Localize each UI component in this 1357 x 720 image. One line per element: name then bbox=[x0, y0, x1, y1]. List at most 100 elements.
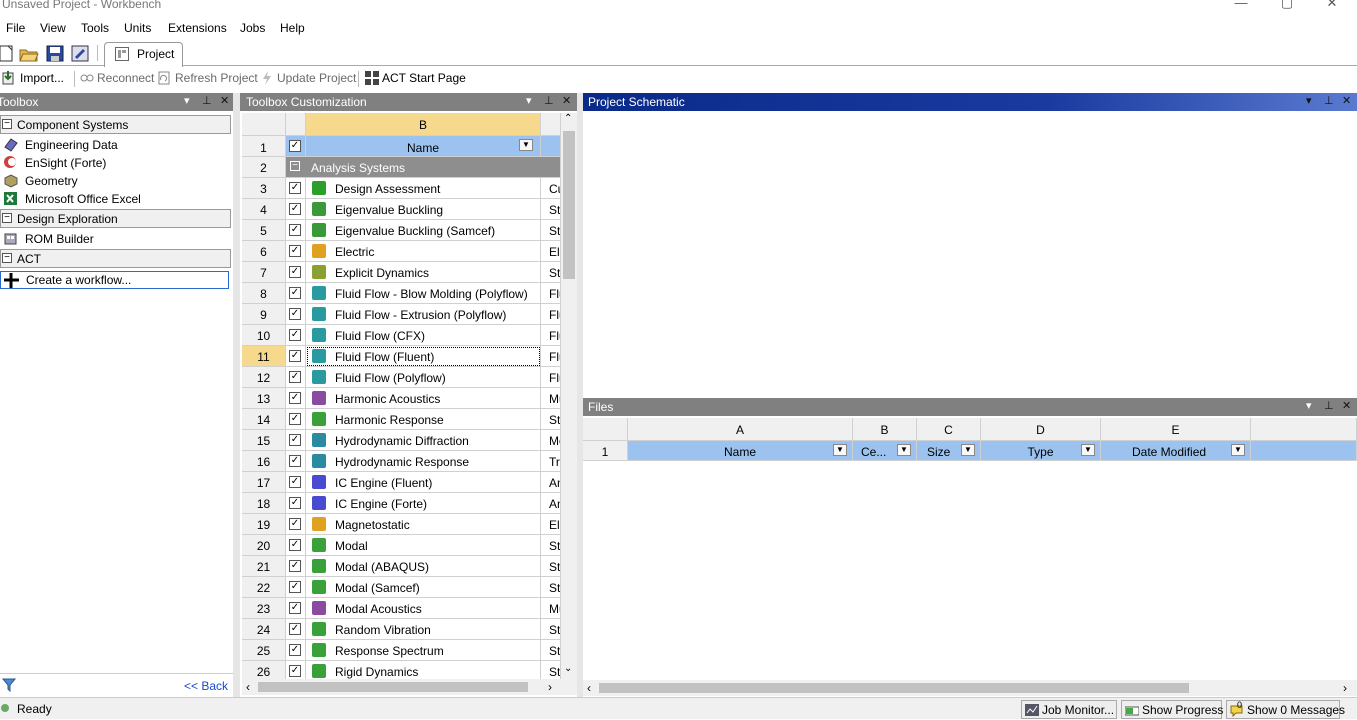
import-button[interactable]: Import... bbox=[20, 71, 64, 85]
system-name-cell[interactable]: Modal (ABAQUS) bbox=[306, 556, 541, 577]
row-checkbox[interactable]: ✓ bbox=[289, 644, 301, 656]
vertical-scrollbar[interactable]: ⌃ ⌄ bbox=[561, 113, 577, 679]
new-project-icon[interactable] bbox=[0, 44, 16, 63]
pane-menu-icon[interactable]: ▾ bbox=[1306, 94, 1312, 107]
system-name-cell[interactable]: Modal (Samcef) bbox=[306, 577, 541, 598]
system-name-cell[interactable]: Explicit Dynamics bbox=[306, 262, 541, 283]
col-d-header[interactable]: D bbox=[981, 418, 1101, 441]
row-checkbox[interactable]: ✓ bbox=[289, 434, 301, 446]
row-checkbox[interactable]: ✓ bbox=[289, 623, 301, 635]
toolbox-item-rom-builder[interactable]: ROM Builder bbox=[0, 230, 231, 248]
system-name-cell[interactable]: Design Assessment bbox=[306, 178, 541, 199]
update-project-button[interactable]: Update Project bbox=[277, 71, 356, 85]
tab-project[interactable]: Project bbox=[104, 42, 183, 67]
filter-icon[interactable] bbox=[1, 678, 17, 693]
back-link[interactable]: << Back bbox=[184, 679, 228, 693]
hscroll-thumb[interactable] bbox=[599, 683, 1189, 693]
scroll-thumb[interactable] bbox=[563, 131, 575, 279]
system-name-cell[interactable]: IC Engine (Fluent) bbox=[306, 472, 541, 493]
horizontal-scrollbar[interactable]: ‹ › bbox=[242, 679, 577, 695]
cellid-filter-dropdown[interactable]: ▼ bbox=[897, 444, 911, 456]
row-checkbox[interactable]: ✓ bbox=[289, 245, 301, 257]
name-filter-dropdown[interactable]: ▼ bbox=[833, 444, 847, 456]
save-icon[interactable] bbox=[45, 44, 65, 63]
pin-icon[interactable]: ⊥ bbox=[1324, 399, 1334, 412]
col-e-header[interactable]: E bbox=[1101, 418, 1251, 441]
system-name-cell[interactable]: Harmonic Acoustics bbox=[306, 388, 541, 409]
row-checkbox[interactable]: ✓ bbox=[289, 539, 301, 551]
menu-help[interactable]: Help bbox=[280, 21, 305, 35]
col-b-header[interactable]: B bbox=[853, 418, 917, 441]
close-pane-icon[interactable]: ✕ bbox=[562, 94, 571, 107]
schematic-canvas[interactable] bbox=[583, 111, 1357, 396]
open-folder-icon[interactable] bbox=[19, 44, 39, 63]
system-name-cell[interactable]: Hydrodynamic Diffraction bbox=[306, 430, 541, 451]
col-b-header[interactable]: B bbox=[306, 113, 541, 136]
close-pane-icon[interactable]: ✕ bbox=[1342, 399, 1351, 412]
row-checkbox[interactable]: ✓ bbox=[289, 581, 301, 593]
date-filter-dropdown[interactable]: ▼ bbox=[1231, 444, 1245, 456]
close-pane-icon[interactable]: ✕ bbox=[220, 94, 229, 107]
system-name-cell[interactable]: Random Vibration bbox=[306, 619, 541, 640]
scroll-left-icon[interactable]: ‹ bbox=[587, 681, 591, 695]
system-name-cell[interactable]: Eigenvalue Buckling bbox=[306, 199, 541, 220]
system-name-cell[interactable]: Magnetostatic bbox=[306, 514, 541, 535]
system-name-cell[interactable]: Modal Acoustics bbox=[306, 598, 541, 619]
col-a-header[interactable]: A bbox=[628, 418, 853, 441]
refresh-project-button[interactable]: Refresh Project bbox=[175, 71, 258, 85]
system-name-cell[interactable]: Eigenvalue Buckling (Samcef) bbox=[306, 220, 541, 241]
system-name-cell[interactable]: Fluid Flow - Blow Molding (Polyflow) bbox=[306, 283, 541, 304]
row-checkbox[interactable]: ✓ bbox=[289, 665, 301, 677]
row-checkbox[interactable]: ✓ bbox=[289, 287, 301, 299]
minimize-button[interactable]: — bbox=[1226, 0, 1256, 12]
row-checkbox[interactable]: ✓ bbox=[289, 476, 301, 488]
close-pane-icon[interactable]: ✕ bbox=[1342, 94, 1351, 107]
splitter[interactable] bbox=[233, 93, 240, 697]
pane-menu-icon[interactable]: ▾ bbox=[184, 94, 190, 107]
system-name-cell[interactable]: Fluid Flow (Polyflow) bbox=[306, 367, 541, 388]
row-checkbox[interactable]: ✓ bbox=[289, 224, 301, 236]
group-component-systems[interactable]: − Component Systems bbox=[0, 115, 231, 134]
toolbox-item-ensight[interactable]: EnSight (Forte) bbox=[0, 154, 231, 172]
toolbox-item-geometry[interactable]: Geometry bbox=[0, 172, 231, 190]
row-checkbox[interactable]: ✓ bbox=[289, 182, 301, 194]
system-name-cell[interactable]: Fluid Flow - Extrusion (Polyflow) bbox=[306, 304, 541, 325]
row-checkbox[interactable]: ✓ bbox=[289, 308, 301, 320]
files-horizontal-scrollbar[interactable]: ‹ › bbox=[583, 680, 1357, 696]
system-name-cell[interactable]: Response Spectrum bbox=[306, 640, 541, 661]
collapse-icon[interactable]: − bbox=[2, 119, 12, 129]
row-checkbox[interactable]: ✓ bbox=[289, 497, 301, 509]
row-checkbox[interactable]: ✓ bbox=[289, 413, 301, 425]
toolbox-item-engineering-data[interactable]: Engineering Data bbox=[0, 136, 231, 154]
row-checkbox[interactable]: ✓ bbox=[289, 455, 301, 467]
toolbox-item-excel[interactable]: Microsoft Office Excel bbox=[0, 190, 231, 208]
pin-icon[interactable]: ⊥ bbox=[202, 94, 212, 107]
system-name-cell[interactable]: Electric bbox=[306, 241, 541, 262]
menu-view[interactable]: View bbox=[40, 21, 66, 35]
close-window-button[interactable]: ✕ bbox=[1317, 0, 1347, 12]
pin-icon[interactable]: ⊥ bbox=[1324, 94, 1334, 107]
row-checkbox[interactable]: ✓ bbox=[289, 371, 301, 383]
scroll-left-icon[interactable]: ‹ bbox=[246, 680, 250, 694]
show-progress-button[interactable]: Show Progress bbox=[1121, 700, 1223, 719]
row-checkbox[interactable]: ✓ bbox=[289, 203, 301, 215]
row-checkbox[interactable]: ✓ bbox=[289, 560, 301, 572]
scroll-up-icon[interactable]: ⌃ bbox=[564, 113, 572, 124]
system-name-cell[interactable]: Fluid Flow (CFX) bbox=[306, 325, 541, 346]
save-as-icon[interactable] bbox=[70, 44, 90, 63]
system-name-cell[interactable]: Modal bbox=[306, 535, 541, 556]
act-start-page-button[interactable]: ACT Start Page bbox=[382, 71, 466, 85]
name-filter-dropdown[interactable]: ▼ bbox=[519, 139, 533, 151]
row-checkbox[interactable]: ✓ bbox=[289, 266, 301, 278]
toolbox-item-create-workflow[interactable]: Create a workflow... bbox=[0, 271, 229, 289]
system-name-cell[interactable]: Harmonic Response bbox=[306, 409, 541, 430]
type-filter-dropdown[interactable]: ▼ bbox=[1081, 444, 1095, 456]
hscroll-thumb[interactable] bbox=[258, 682, 528, 692]
scroll-down-icon[interactable]: ⌄ bbox=[564, 663, 572, 674]
analysis-systems-group-row[interactable]: − Analysis Systems bbox=[286, 157, 561, 178]
group-act[interactable]: − ACT bbox=[0, 249, 231, 268]
menu-jobs[interactable]: Jobs bbox=[240, 21, 265, 35]
scroll-right-icon[interactable]: › bbox=[1343, 681, 1347, 695]
menu-extensions[interactable]: Extensions bbox=[168, 21, 227, 35]
col-c-header[interactable]: C bbox=[917, 418, 981, 441]
